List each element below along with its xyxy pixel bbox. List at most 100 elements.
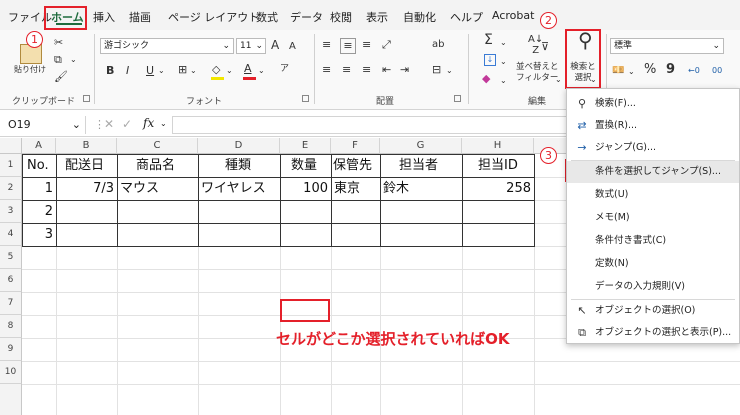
chevron-down-icon[interactable]: ⌄: [500, 36, 507, 50]
column-header[interactable]: F: [331, 138, 380, 154]
fill-color-icon[interactable]: ◇: [212, 63, 220, 77]
table-header-cell[interactable]: 保管先: [333, 154, 372, 177]
tab-automate[interactable]: 自動化: [403, 9, 436, 25]
underline-button[interactable]: U: [146, 64, 154, 78]
cancel-icon[interactable]: ✕: [104, 117, 114, 131]
align-bottom-icon[interactable]: ≡: [362, 38, 371, 52]
column-header[interactable]: A: [22, 138, 56, 154]
row-header[interactable]: 9: [0, 338, 22, 361]
chevron-down-icon[interactable]: ⌄: [500, 55, 507, 69]
number-format-select[interactable]: 標準 ⌄: [610, 38, 724, 54]
column-header[interactable]: B: [56, 138, 117, 154]
tab-draw[interactable]: 描画: [129, 9, 151, 25]
italic-button[interactable]: I: [126, 64, 129, 78]
chevron-down-icon[interactable]: ⌄: [628, 65, 635, 79]
menu-item-select-objects[interactable]: ↖ オブジェクトの選択(O): [567, 300, 739, 322]
bold-button[interactable]: B: [106, 64, 114, 78]
orientation-icon[interactable]: ⤢: [382, 38, 391, 52]
tab-page-layout[interactable]: ページ レイアウト: [168, 9, 259, 25]
chevron-down-icon[interactable]: ⌄: [160, 119, 167, 128]
menu-item-selection-pane[interactable]: ⧉ オブジェクトの選択と表示(P)...: [567, 322, 739, 344]
chevron-down-icon[interactable]: ⌄: [258, 64, 265, 78]
table-cell[interactable]: 東京: [334, 177, 360, 200]
clear-icon[interactable]: ◆: [482, 72, 490, 86]
borders-icon[interactable]: ⊞: [178, 63, 187, 77]
table-cell[interactable]: 1: [22, 177, 53, 200]
enter-icon[interactable]: ✓: [122, 117, 132, 131]
autosum-icon[interactable]: Σ: [484, 33, 493, 47]
phonetic-icon[interactable]: ア: [280, 62, 289, 76]
currency-icon[interactable]: 💴: [612, 64, 624, 78]
wrap-text-icon[interactable]: ab: [432, 38, 444, 52]
decrease-indent-icon[interactable]: ⇤: [382, 63, 391, 77]
comma-button[interactable]: 9: [666, 63, 675, 77]
format-painter-icon[interactable]: 🖌: [54, 70, 68, 84]
align-center-icon[interactable]: ≡: [342, 63, 351, 77]
table-cell[interactable]: 258: [462, 177, 531, 200]
align-right-icon[interactable]: ≡: [362, 63, 371, 77]
table-cell[interactable]: 鈴木: [383, 177, 409, 200]
table-header-cell[interactable]: 担当ID: [478, 154, 518, 177]
table-cell[interactable]: 2: [22, 200, 53, 223]
table-header-cell[interactable]: 商品名: [136, 154, 175, 177]
merge-cells-icon[interactable]: ⊟: [432, 63, 441, 77]
table-header-cell[interactable]: 種類: [225, 154, 251, 177]
font-name-select[interactable]: 游ゴシック ⌄: [100, 38, 234, 54]
increase-font-icon[interactable]: A: [271, 38, 279, 52]
alignment-launcher-icon[interactable]: [454, 95, 461, 102]
table-cell[interactable]: ワイヤレス: [201, 177, 266, 200]
chevron-down-icon[interactable]: ⌄: [226, 64, 233, 78]
row-header[interactable]: 7: [0, 292, 22, 315]
menu-item-conditional-formatting[interactable]: 条件付き書式(C): [567, 230, 739, 252]
menu-item-replace[interactable]: ⇄ 置換(R)...: [567, 115, 739, 137]
increase-indent-icon[interactable]: ⇥: [400, 63, 409, 77]
align-top-icon[interactable]: ≡: [322, 38, 331, 52]
row-header[interactable]: 4: [0, 223, 22, 246]
menu-item-formulas[interactable]: 数式(U): [567, 184, 739, 206]
tab-view[interactable]: 表示: [366, 9, 388, 25]
chevron-down-icon[interactable]: ⌄: [555, 73, 562, 87]
copy-icon[interactable]: ⧉: [54, 53, 62, 67]
tab-acrobat[interactable]: Acrobat: [492, 9, 534, 22]
percent-button[interactable]: %: [644, 63, 656, 77]
menu-item-goto-special[interactable]: 条件を選択してジャンプ(S)...: [567, 161, 739, 183]
align-left-icon[interactable]: ≡: [322, 63, 331, 77]
row-header[interactable]: 10: [0, 361, 22, 384]
align-middle-icon[interactable]: ≡: [340, 38, 356, 54]
chevron-down-icon[interactable]: ⌄: [500, 74, 507, 88]
font-size-select[interactable]: 11 ⌄: [236, 38, 266, 54]
select-all-corner[interactable]: [0, 138, 22, 154]
tab-help[interactable]: ヘルプ: [450, 9, 483, 25]
column-header[interactable]: C: [117, 138, 198, 154]
row-header[interactable]: 6: [0, 269, 22, 292]
fill-icon[interactable]: ↓: [484, 54, 496, 66]
sort-filter-button[interactable]: 並べ替えと フィルター: [516, 62, 559, 84]
tab-data[interactable]: データ: [290, 9, 323, 25]
tab-formulas[interactable]: 数式: [256, 9, 278, 25]
font-launcher-icon[interactable]: [302, 95, 309, 102]
menu-item-find[interactable]: ⚲ 検索(F)...: [567, 93, 739, 115]
column-header[interactable]: G: [380, 138, 462, 154]
table-header-cell[interactable]: 配送日: [65, 154, 104, 177]
table-header-cell[interactable]: 数量: [291, 154, 317, 177]
row-header[interactable]: 1: [0, 154, 22, 177]
row-header[interactable]: 2: [0, 177, 22, 200]
table-cell[interactable]: 100: [280, 177, 328, 200]
column-header[interactable]: H: [462, 138, 534, 154]
table-header-cell[interactable]: No.: [27, 154, 49, 177]
decrease-font-icon[interactable]: A: [289, 40, 296, 54]
table-header-cell[interactable]: 担当者: [399, 154, 438, 177]
row-header[interactable]: 8: [0, 315, 22, 338]
table-cell[interactable]: マウス: [120, 177, 159, 200]
tab-review[interactable]: 校閲: [330, 9, 352, 25]
chevron-down-icon[interactable]: ⌄: [446, 64, 453, 78]
clipboard-launcher-icon[interactable]: [83, 95, 90, 102]
paste-button[interactable]: 貼り付け: [14, 64, 46, 75]
column-header[interactable]: E: [280, 138, 331, 154]
menu-item-constants[interactable]: 定数(N): [567, 253, 739, 275]
decrease-decimal-button[interactable]: 00: [712, 64, 722, 78]
table-cell[interactable]: 7/3: [56, 177, 114, 200]
cut-icon[interactable]: ✂: [54, 36, 63, 50]
menu-item-data-validation[interactable]: データの入力規則(V): [567, 276, 739, 298]
menu-item-notes[interactable]: メモ(M): [567, 207, 739, 229]
